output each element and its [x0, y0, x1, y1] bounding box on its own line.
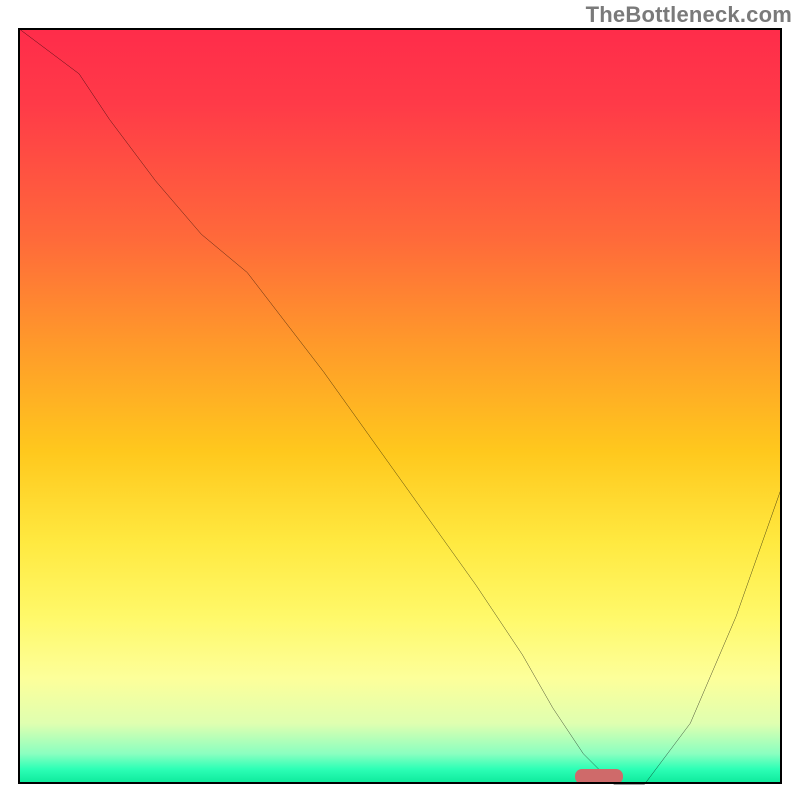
watermark-text: TheBottleneck.com [586, 2, 792, 28]
plot-area [18, 28, 782, 784]
chart-stage: TheBottleneck.com [0, 0, 800, 800]
bottleneck-curve [18, 28, 782, 792]
optimum-marker [575, 769, 623, 783]
